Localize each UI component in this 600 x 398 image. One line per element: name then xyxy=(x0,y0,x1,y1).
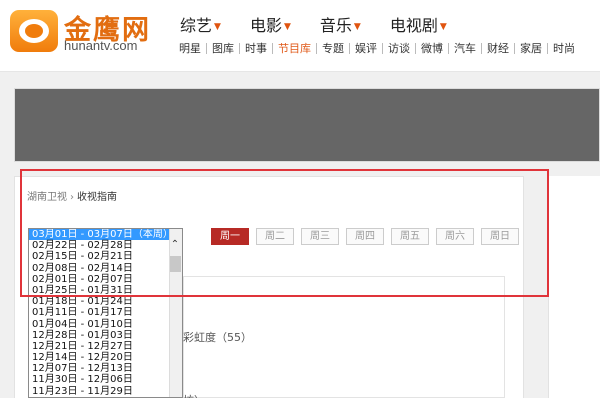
sub-nav-item[interactable]: 时尚 xyxy=(548,40,580,56)
sub-nav-item-active[interactable]: 节目库 xyxy=(273,40,316,56)
nav-item-label: 综艺 xyxy=(180,16,213,35)
week-option[interactable]: 12月28日 - 01月03日 xyxy=(29,330,170,341)
week-option[interactable]: 12月14日 - 12月20日 xyxy=(29,352,170,363)
logo-mark xyxy=(19,19,49,43)
week-option[interactable]: 01月18日 - 01月24日 xyxy=(29,296,170,307)
main-nav: 综艺 ▼ 电影 ▼ 音乐 ▼ 电视剧 ▼ xyxy=(180,12,476,36)
highlight-annotation-box xyxy=(20,169,549,297)
week-option[interactable]: 01月11日 - 01月17日 xyxy=(29,307,170,318)
sub-nav-item[interactable]: 专题 xyxy=(317,40,349,56)
nav-item-music[interactable]: 音乐 ▼ xyxy=(320,12,361,36)
sub-nav-item[interactable]: 财经 xyxy=(482,40,514,56)
nav-item-label: 电视剧 xyxy=(389,16,438,35)
week-option[interactable]: 11月23日 - 11月29日 xyxy=(29,386,170,397)
week-option[interactable]: 12月07日 - 12月13日 xyxy=(29,363,170,374)
page: 金鹰网 hunantv.com 综艺 ▼ 电影 ▼ 音乐 ▼ 电视剧 ▼ 明星 图库 时… xyxy=(0,0,600,398)
sub-nav-item[interactable]: 微博 xyxy=(416,40,448,56)
logo-icon[interactable] xyxy=(10,10,58,52)
program-snippet-2: 坊） xyxy=(183,392,205,398)
program-snippet: 彩虹度（55） xyxy=(183,331,252,344)
week-option[interactable]: 01月04日 - 01月10日 xyxy=(29,319,170,330)
sub-nav-item[interactable]: 家居 xyxy=(515,40,547,56)
sub-nav-item[interactable]: 时事 xyxy=(240,40,272,56)
sub-nav-item[interactable]: 图库 xyxy=(207,40,239,56)
chevron-down-icon: ▼ xyxy=(353,22,361,32)
site-header: 金鹰网 hunantv.com 综艺 ▼ 电影 ▼ 音乐 ▼ 电视剧 ▼ 明星 图库 时… xyxy=(0,0,600,72)
right-sidebar xyxy=(548,176,600,398)
nav-item-tv-drama[interactable]: 电视剧 ▼ xyxy=(390,12,447,36)
week-option[interactable]: 12月21日 - 12月27日 xyxy=(29,341,170,352)
chevron-down-icon: ▼ xyxy=(214,22,221,32)
sub-nav-item[interactable]: 明星 xyxy=(174,40,206,56)
nav-item-variety[interactable]: 综艺 ▼ xyxy=(180,12,221,36)
chevron-down-icon: ▼ xyxy=(283,22,291,32)
sub-nav-item[interactable]: 娱评 xyxy=(350,40,382,56)
nav-item-label: 电影 xyxy=(249,16,282,35)
sub-nav-item[interactable]: 汽车 xyxy=(449,40,481,56)
brand-domain: hunantv.com xyxy=(64,38,138,53)
week-option[interactable]: 11月30日 - 12月06日 xyxy=(29,374,170,385)
chevron-down-icon: ▼ xyxy=(439,22,447,32)
nav-item-movie[interactable]: 电影 ▼ xyxy=(250,12,291,36)
sub-nav-item[interactable]: 访谈 xyxy=(383,40,415,56)
nav-item-label: 音乐 xyxy=(319,16,352,35)
sub-nav: 明星 图库 时事 节目库 专题 娱评 访谈 微博 汽车 财经 家居 时尚 xyxy=(174,40,580,56)
banner-ad[interactable] xyxy=(14,88,600,162)
